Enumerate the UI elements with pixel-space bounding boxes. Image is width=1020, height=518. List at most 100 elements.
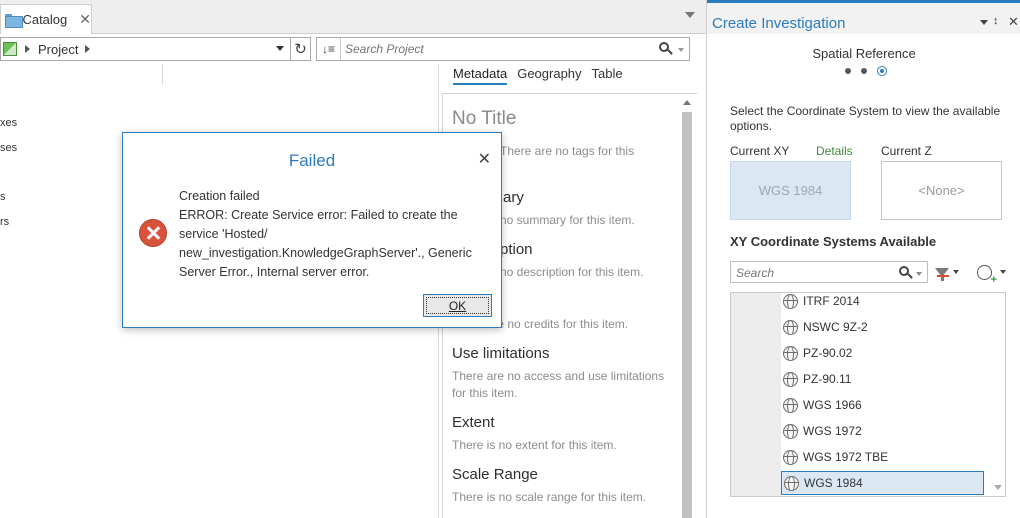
list-item[interactable]: WGS 1966 bbox=[781, 393, 862, 417]
list-item[interactable]: WGS 1972 bbox=[781, 419, 862, 443]
metadata-scale-range-text: There is no scale range for this item. bbox=[452, 490, 647, 504]
coordinate-search-box[interactable] bbox=[730, 261, 928, 283]
chevron-right-icon[interactable] bbox=[25, 45, 30, 53]
list-item-label: WGS 1984 bbox=[804, 476, 863, 490]
list-item-label: WGS 1972 TBE bbox=[803, 450, 889, 464]
dialog-message: Creation failed ERROR: Create Service er… bbox=[179, 187, 495, 282]
dialog-message-line: Creation failed bbox=[179, 189, 260, 203]
current-xy-label: Current XY bbox=[730, 144, 790, 158]
dialog-title: Failed bbox=[288, 151, 336, 170]
coordinate-search-input[interactable] bbox=[736, 265, 886, 280]
metadata-title: No Title bbox=[452, 108, 517, 129]
metadata-tags-text: There are no tags for this bbox=[500, 144, 635, 158]
pane-title: Create Investigation bbox=[712, 15, 846, 32]
sort-button[interactable]: ↓≡ bbox=[317, 38, 341, 60]
dialog-message-line: new_investigation.KnowledgeGraphServer'.… bbox=[179, 246, 472, 260]
current-z-label: Current Z bbox=[881, 144, 932, 158]
tree-item[interactable]: ses bbox=[0, 142, 17, 154]
close-icon[interactable]: ✕ bbox=[1008, 14, 1019, 30]
available-systems-heading: XY Coordinate Systems Available bbox=[730, 234, 937, 249]
globe-icon bbox=[784, 475, 799, 491]
close-icon[interactable]: ✕ bbox=[79, 11, 91, 28]
instruction-text: Select the Coordinate System to view the… bbox=[730, 104, 1001, 133]
chevron-right-icon[interactable] bbox=[85, 45, 91, 53]
error-icon bbox=[139, 219, 167, 247]
list-item[interactable]: ITRF 2014 bbox=[781, 293, 860, 313]
tree-item[interactable]: s bbox=[0, 191, 6, 203]
catalog-tab-label: Catalog bbox=[22, 12, 68, 27]
list-scrollbar[interactable] bbox=[991, 293, 1005, 496]
close-icon[interactable]: ✕ bbox=[478, 149, 491, 169]
tab-table[interactable]: Table bbox=[592, 66, 623, 85]
tab-geography[interactable]: Geography bbox=[517, 66, 581, 85]
breadcrumb-project[interactable]: Project bbox=[38, 42, 78, 57]
list-item[interactable]: WGS 1972 TBE bbox=[781, 445, 888, 469]
list-indent-area bbox=[731, 293, 781, 496]
globe-icon bbox=[783, 449, 798, 465]
chevron-down-icon[interactable] bbox=[953, 270, 959, 274]
globe-add-icon bbox=[977, 264, 997, 285]
dialog-message-line: Server Error., Internal server error. bbox=[179, 265, 370, 279]
metadata-description-heading: ption bbox=[500, 241, 533, 258]
filter-bars-icon bbox=[937, 275, 949, 277]
add-coordinate-system-button[interactable] bbox=[977, 261, 1007, 285]
globe-icon bbox=[783, 423, 798, 439]
globe-icon bbox=[783, 345, 798, 361]
globe-icon bbox=[783, 371, 798, 387]
scrollbar-thumb[interactable] bbox=[682, 112, 692, 518]
list-item[interactable]: NSWC 9Z-2 bbox=[781, 315, 868, 339]
list-item-label: NSWC 9Z-2 bbox=[803, 320, 868, 334]
coordinate-system-list: ITRF 2014 NSWC 9Z-2 PZ-90.02 PZ-90.11 WG… bbox=[730, 292, 1006, 497]
step-title: Spatial Reference bbox=[812, 46, 916, 61]
details-link[interactable]: Details bbox=[816, 144, 853, 158]
search-project-box[interactable]: ↓≡ bbox=[316, 37, 690, 61]
current-z-box[interactable]: <None> bbox=[881, 161, 1002, 220]
step-indicator bbox=[845, 66, 887, 76]
map-icon bbox=[3, 42, 17, 56]
list-item[interactable]: PZ-90.11 bbox=[781, 367, 851, 391]
metadata-use-limitations-text: There are no access and use limitations … bbox=[452, 369, 665, 400]
chevron-down-icon[interactable] bbox=[916, 272, 922, 276]
refresh-button[interactable]: ↻ bbox=[291, 37, 311, 61]
scroll-down-icon[interactable] bbox=[994, 485, 1002, 490]
pin-icon[interactable]: ↕ bbox=[993, 15, 999, 27]
step-dot[interactable] bbox=[861, 68, 867, 74]
search-icon[interactable] bbox=[659, 42, 669, 52]
pane-splitter[interactable] bbox=[162, 64, 163, 84]
chevron-down-icon[interactable] bbox=[1000, 270, 1006, 274]
breadcrumb[interactable]: Project bbox=[0, 37, 291, 61]
search-project-input[interactable] bbox=[345, 41, 645, 57]
list-item-label: PZ-90.11 bbox=[803, 372, 852, 386]
dialog-message-line: service 'Hosted/ bbox=[179, 227, 268, 241]
metadata-description-text: no description for this item. bbox=[500, 265, 644, 279]
list-item-selected[interactable]: WGS 1984 bbox=[781, 471, 984, 495]
step-dot-active[interactable] bbox=[877, 66, 887, 76]
catalog-tab[interactable]: Catalog ✕ bbox=[0, 4, 92, 34]
list-item-label: WGS 1966 bbox=[803, 398, 862, 412]
globe-icon bbox=[783, 293, 798, 309]
metadata-summary-text: no summary for this item. bbox=[500, 213, 635, 227]
metadata-scrollbar[interactable] bbox=[680, 98, 694, 518]
chevron-down-icon[interactable] bbox=[980, 20, 988, 25]
dialog-message-line: ERROR: Create Service error: Failed to c… bbox=[179, 208, 458, 222]
ok-button[interactable]: OK bbox=[423, 294, 492, 317]
search-icon[interactable] bbox=[899, 266, 909, 276]
list-item-label: ITRF 2014 bbox=[803, 294, 860, 308]
tab-metadata[interactable]: Metadata bbox=[453, 66, 508, 85]
tree-item[interactable]: rs bbox=[0, 216, 9, 228]
tree-item[interactable]: xes bbox=[0, 117, 17, 129]
breadcrumb-dropdown-icon[interactable] bbox=[276, 46, 284, 51]
chevron-down-icon[interactable] bbox=[685, 12, 695, 18]
globe-icon bbox=[783, 397, 798, 413]
filter-button[interactable] bbox=[935, 261, 963, 283]
step-dot[interactable] bbox=[845, 68, 851, 74]
create-investigation-pane: Create Investigation ↕ ✕ Spatial Referen… bbox=[706, 0, 1020, 518]
ok-button-label: OK bbox=[426, 297, 489, 314]
metadata-summary-heading: ary bbox=[503, 189, 524, 206]
error-dialog: Failed ✕ Creation failed ERROR: Create S… bbox=[122, 132, 502, 328]
current-xy-box[interactable]: WGS 1984 bbox=[730, 161, 851, 220]
scroll-up-icon[interactable] bbox=[683, 100, 691, 105]
list-item[interactable]: PZ-90.02 bbox=[781, 341, 852, 365]
metadata-extent-text: There is no extent for this item. bbox=[452, 438, 617, 452]
chevron-down-icon[interactable] bbox=[678, 48, 684, 52]
